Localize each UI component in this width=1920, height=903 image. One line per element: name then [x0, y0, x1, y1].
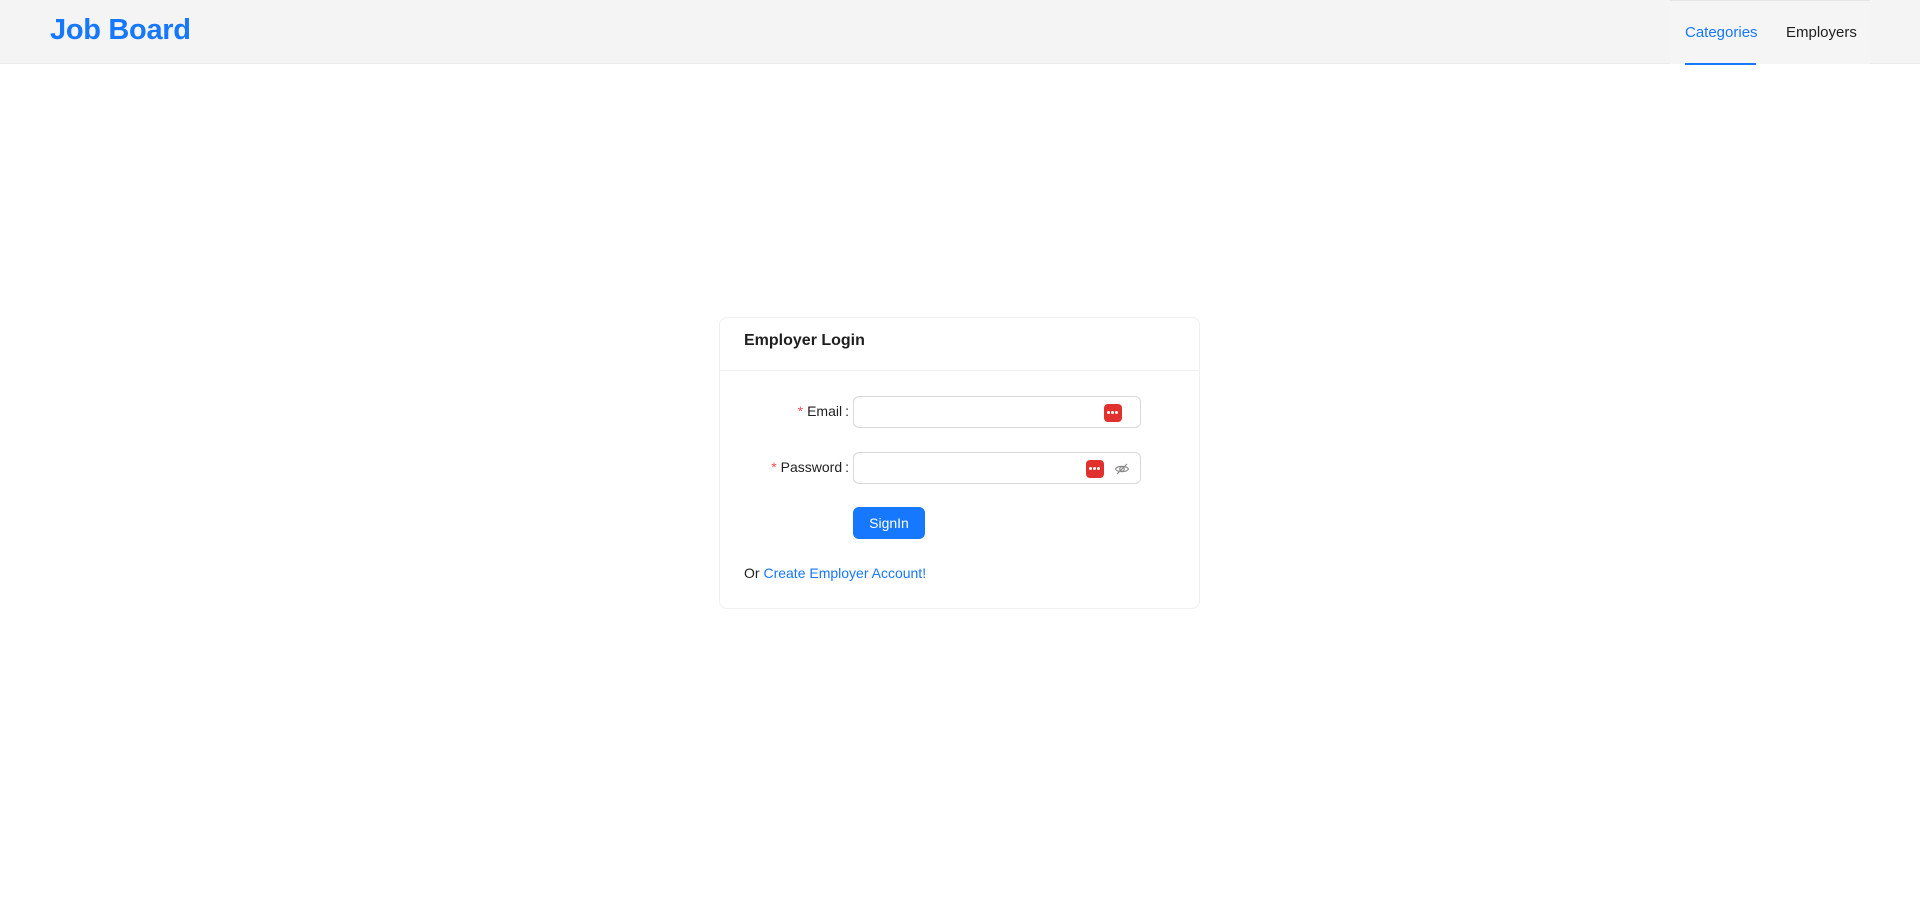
password-field-wrapper — [853, 452, 1141, 484]
email-field[interactable] — [864, 401, 1084, 423]
password-manager-icon[interactable] — [1086, 460, 1104, 478]
top-navbar: Job Board Categories Employers — [0, 0, 1920, 65]
nav-item-employers[interactable]: Employers — [1786, 1, 1857, 65]
card-title: Employer Login — [744, 332, 865, 349]
password-field[interactable] — [864, 457, 1069, 479]
create-account-line: Or Create Employer Account! — [744, 565, 927, 581]
eye-invisible-icon[interactable] — [1114, 461, 1130, 477]
email-label: * Email: — [797, 403, 849, 419]
email-field-wrapper — [853, 396, 1141, 428]
required-mark: * — [771, 459, 777, 475]
brand-logo[interactable]: Job Board — [50, 14, 191, 47]
password-label: * Password: — [771, 459, 849, 475]
main-nav-menu: Categories Employers — [1670, 0, 1870, 65]
email-form-item: * Email: — [720, 396, 1201, 428]
signin-button[interactable]: SignIn — [853, 507, 925, 539]
required-mark: * — [797, 403, 804, 419]
password-form-item: * Password: — [720, 452, 1201, 484]
nav-item-categories[interactable]: Categories — [1685, 1, 1758, 65]
card-header: Employer Login — [720, 318, 1199, 371]
create-employer-account-link[interactable]: Create Employer Account! — [763, 565, 926, 581]
employer-login-card: Employer Login * Email: * Password: Sign… — [719, 317, 1200, 609]
password-manager-icon[interactable] — [1104, 404, 1122, 422]
